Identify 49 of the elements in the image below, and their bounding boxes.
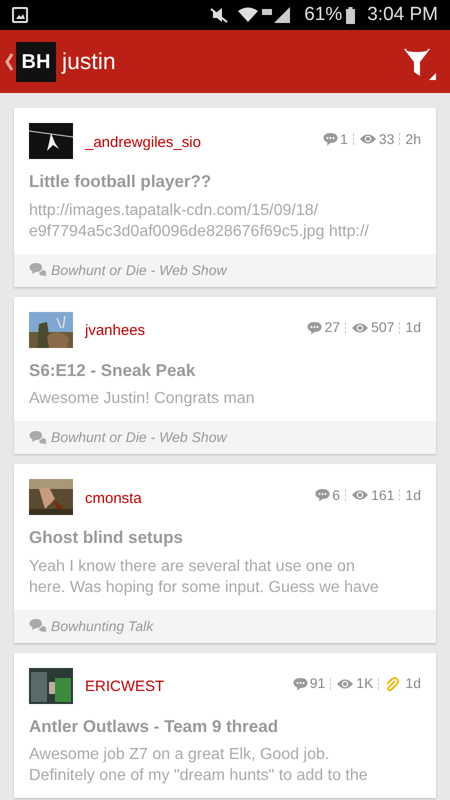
topic-card[interactable]: cmonsta 6 161 1d Ghost blind setups Yeah I know there are several that use one on here. Was hoping for some input. Guess we have Bowhunting Talk: [14, 464, 436, 642]
comment-icon: [292, 676, 308, 690]
eye-icon: [351, 489, 370, 501]
view-count: 1K: [356, 674, 374, 693]
view-count: 507: [371, 318, 394, 337]
topic-card[interactable]: ERICWEST 91 1K 1d Antler Outlaws - Team 9 thread Awesome job Z7 on a great Elk, Good job. Definitely one of my "dream hunts" to add to the: [14, 652, 436, 798]
chat-bubbles-icon: [29, 262, 47, 278]
eye-icon: [336, 678, 354, 690]
post-age: 1d: [405, 674, 421, 693]
gallery-icon: [12, 7, 28, 23]
eye-icon: [358, 133, 377, 145]
reply-count: 1: [340, 130, 348, 148]
reply-count: 6: [332, 486, 340, 504]
topic-preview: Yeah I know there are several that use one on here. Was hoping for some input. Guess we have: [29, 556, 380, 598]
page-title: justin: [62, 47, 116, 76]
post-age: 2h: [405, 130, 421, 148]
post-age: 1d: [405, 486, 421, 504]
view-count: 161: [371, 486, 394, 504]
battery-icon: [346, 6, 356, 24]
view-count: 33: [378, 130, 394, 148]
reply-count: 91: [310, 674, 326, 693]
topic-preview: http://images.tapatalk-cdn.com/15/09/18/ e9f7794a5c3d0af0096de828676f69c5.jpg http://: [29, 200, 370, 242]
comment-icon: [315, 488, 330, 502]
topic-preview: Awesome job Z7 on a great Elk, Good job. Definitely one of my "dream hunts" to add to the: [29, 745, 369, 786]
cell-signal-icon: [262, 7, 292, 23]
clock: 3:04 PM: [367, 2, 438, 27]
comment-icon: [307, 320, 322, 334]
back-chevron-icon[interactable]: [4, 52, 14, 72]
topic-title: Little football player??: [29, 171, 212, 193]
chat-bubbles-icon: [29, 618, 47, 634]
author-name[interactable]: jvanhees: [85, 320, 146, 343]
wifi-icon: [238, 7, 258, 23]
topic-title: S6:E12 - Sneak Peak: [29, 360, 196, 382]
topic-title: Ghost blind setups: [29, 527, 184, 549]
topic-title: Antler Outlaws - Team 9 thread: [29, 716, 280, 738]
mute-icon: [208, 7, 230, 23]
topic-card[interactable]: jvanhees 27 507 1d S6:E12 - Sneak Peak Awesome Justin! Congrats man Bowhunt or Die - Web Show: [14, 296, 436, 454]
topic-card[interactable]: _andrewgiles_sio 1 33 2h Little football player?? http://images.tapatalk-cdn.com/15/09/18/ e9f7794a5c3d0af0096de828676f69c5.jpg http:// Bowhunt or Die - Web Show: [14, 108, 436, 286]
author-name[interactable]: cmonsta: [85, 488, 142, 510]
topic-preview: Awesome Justin! Congrats man: [29, 389, 256, 409]
author-name[interactable]: _andrewgiles_sio: [85, 132, 201, 154]
reply-count: 27: [324, 318, 340, 337]
forum-logo[interactable]: BH: [16, 42, 56, 82]
chat-bubbles-icon: [29, 430, 47, 446]
post-age: 1d: [405, 318, 421, 337]
eye-icon: [351, 322, 370, 334]
battery-percent: 61%: [304, 2, 342, 27]
author-name[interactable]: ERICWEST: [85, 676, 164, 699]
comment-icon: [323, 132, 338, 146]
